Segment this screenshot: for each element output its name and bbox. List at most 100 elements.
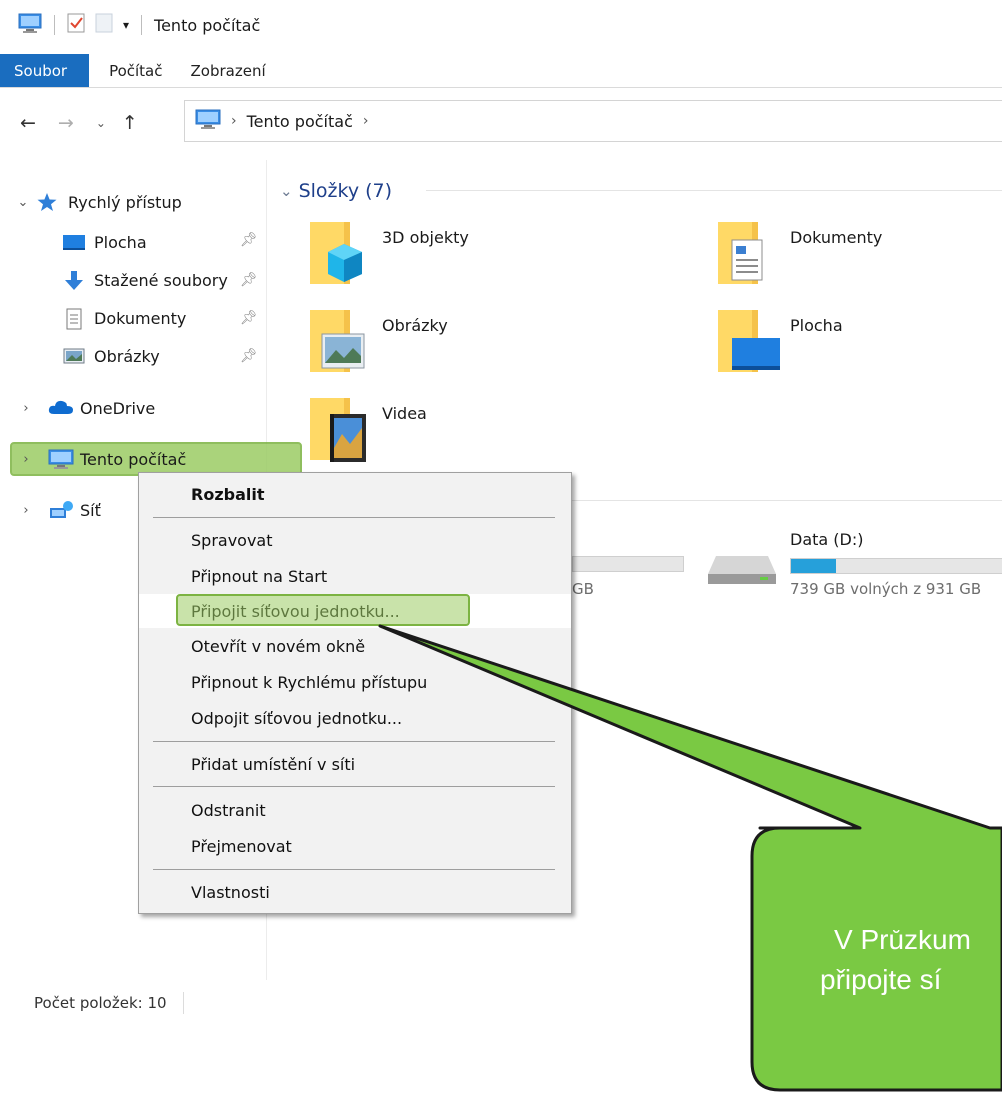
menu-separator-2 bbox=[153, 741, 555, 742]
folder-3d-icon bbox=[308, 222, 366, 284]
menu-item-rozbalit[interactable]: Rozbalit bbox=[139, 477, 571, 511]
sidebar-item-plocha[interactable]: Plocha bbox=[62, 226, 147, 258]
drive-c-free-text: GB bbox=[572, 580, 594, 598]
folder-label-3d-objekty: 3D objekty bbox=[382, 228, 469, 247]
sidebar-label-tento-pocitac: Tento počítač bbox=[80, 449, 187, 469]
folder-item-plocha[interactable]: Plocha bbox=[716, 310, 1002, 380]
breadcrumb-this-pc[interactable]: Tento počítač bbox=[247, 112, 353, 131]
address-computer-icon bbox=[195, 109, 221, 133]
sidebar-label-dokumenty: Dokumenty bbox=[94, 308, 187, 328]
sidebar-label-stazene-soubory: Stažené soubory bbox=[94, 270, 228, 290]
expand-arrow-icon-2[interactable]: › bbox=[14, 452, 38, 467]
folder-item-obrazky[interactable]: Obrázky bbox=[308, 310, 608, 380]
callout-text-clip: V Průzkum připojte sí bbox=[800, 930, 1002, 1020]
folders-section-header[interactable]: ⌄ Složky (7) bbox=[280, 178, 392, 204]
drive-free-space: 739 GB volných z 931 GB bbox=[790, 580, 982, 598]
hard-drive-icon bbox=[706, 550, 778, 590]
title-separator-2 bbox=[141, 15, 143, 35]
new-folder-icon[interactable] bbox=[95, 13, 113, 37]
drive-item-data-d[interactable]: Data (D:) 739 GB volných z 931 GB bbox=[706, 528, 1002, 608]
folder-documents-icon bbox=[716, 222, 774, 284]
pin-icon-4[interactable]: 📌︎ bbox=[240, 348, 258, 364]
menu-item-highlight-box bbox=[176, 594, 470, 626]
section-divider-2 bbox=[572, 500, 1002, 501]
menu-item-odstranit[interactable]: Odstranit bbox=[139, 793, 571, 827]
download-arrow-icon bbox=[62, 270, 86, 290]
folder-videos-icon bbox=[308, 398, 366, 462]
properties-check-icon[interactable] bbox=[67, 13, 85, 37]
menu-separator-3 bbox=[153, 786, 555, 787]
menu-item-pripnout-k-rychlemu-pristupu[interactable]: Připnout k Rychlému přístupu bbox=[139, 665, 571, 699]
expand-arrow-icon-3[interactable]: › bbox=[14, 503, 38, 518]
drive-capacity-bar bbox=[790, 558, 1002, 574]
folders-header-label: Složky (7) bbox=[298, 180, 393, 202]
folder-item-videa[interactable]: Videa bbox=[308, 398, 608, 468]
sidebar-label-plocha: Plocha bbox=[94, 232, 147, 252]
folder-item-dokumenty[interactable]: Dokumenty bbox=[716, 222, 1002, 292]
sidebar-label-quick-access: Rychlý přístup bbox=[68, 192, 182, 212]
navigation-bar: ← → ⌄ ↑ › Tento počítač › bbox=[0, 96, 1002, 150]
menu-item-pridat-umisteni-v-siti[interactable]: Přidat umístění v síti bbox=[139, 747, 571, 781]
drive-capacity-fill bbox=[791, 559, 836, 573]
tab-zobrazeni[interactable]: Zobrazení bbox=[183, 54, 286, 87]
collapse-chevron-icon[interactable]: ⌄ bbox=[280, 182, 293, 200]
item-count: Počet položek: 10 bbox=[34, 994, 167, 1012]
menu-item-spravovat[interactable]: Spravovat bbox=[139, 523, 571, 557]
sidebar-item-dokumenty[interactable]: Dokumenty bbox=[62, 302, 186, 334]
menu-item-otevrit-v-novem-okne[interactable]: Otevřít v novém okně bbox=[139, 629, 571, 663]
computer-icon-2 bbox=[48, 449, 74, 469]
tab-soubor[interactable]: Soubor bbox=[0, 54, 90, 87]
sidebar-item-quick-access[interactable]: ⌄ Rychlý přístup bbox=[14, 186, 182, 218]
picture-icon bbox=[62, 346, 86, 366]
menu-item-vlastnosti[interactable]: Vlastnosti bbox=[139, 875, 571, 909]
sidebar-label-obrazky: Obrázky bbox=[94, 346, 160, 366]
sidebar-item-tento-pocitac[interactable]: › Tento počítač bbox=[14, 443, 186, 475]
quick-access-dropdown-icon[interactable]: ▾ bbox=[123, 18, 129, 32]
callout-line-1: V Průzkum bbox=[834, 930, 971, 955]
folder-label-dokumenty: Dokumenty bbox=[790, 228, 883, 247]
sidebar-item-obrazky[interactable]: Obrázky bbox=[62, 340, 160, 372]
sidebar-label-sit: Síť bbox=[80, 500, 101, 520]
computer-icon[interactable] bbox=[18, 13, 42, 37]
forward-arrow-icon[interactable]: → bbox=[58, 112, 74, 134]
menu-item-prejmenovat[interactable]: Přejmenovat bbox=[139, 829, 571, 863]
menu-item-pripnout-na-start[interactable]: Připnout na Start bbox=[139, 559, 571, 593]
tab-pocitac[interactable]: Počítač bbox=[89, 54, 182, 87]
context-menu: Rozbalit Spravovat Připnout na Start Při… bbox=[138, 472, 572, 914]
title-separator bbox=[54, 15, 55, 35]
recent-locations-chevron-icon[interactable]: ⌄ bbox=[96, 116, 106, 130]
folder-label-videa: Videa bbox=[382, 404, 427, 423]
window-title: Tento počítač bbox=[154, 15, 261, 35]
cloud-icon bbox=[48, 398, 73, 418]
document-icon bbox=[62, 308, 86, 330]
folder-item-3d-objekty[interactable]: 3D objekty bbox=[308, 222, 608, 292]
drive-label: Data (D:) bbox=[790, 530, 864, 549]
pin-icon[interactable]: 📌︎ bbox=[240, 232, 258, 248]
callout-text: V Průzkum připojte sí bbox=[820, 930, 1002, 1000]
status-separator bbox=[182, 992, 184, 1014]
menu-separator bbox=[153, 517, 555, 518]
folder-pictures-icon bbox=[308, 310, 366, 372]
pin-icon-3[interactable]: 📌︎ bbox=[240, 310, 258, 326]
address-bar[interactable]: › Tento počítač › bbox=[184, 100, 1002, 142]
breadcrumb-chevron-icon-2[interactable]: › bbox=[363, 113, 369, 129]
menu-separator-4 bbox=[153, 869, 555, 870]
menu-item-odpojit-sitovou-jednotku[interactable]: Odpojit síťovou jednotku... bbox=[139, 701, 571, 735]
callout-line-2: připojte sí bbox=[820, 964, 942, 995]
sidebar-item-onedrive[interactable]: › OneDrive bbox=[14, 392, 155, 424]
section-divider bbox=[426, 190, 1002, 191]
pin-icon-2[interactable]: 📌︎ bbox=[240, 272, 258, 288]
drive-c-capacity-bar bbox=[572, 556, 684, 572]
sidebar-item-stazene-soubory[interactable]: Stažené soubory bbox=[62, 264, 228, 296]
up-arrow-icon[interactable]: ↑ bbox=[122, 112, 138, 134]
expand-arrow-icon[interactable]: › bbox=[14, 401, 38, 416]
sidebar-label-onedrive: OneDrive bbox=[80, 398, 156, 418]
desktop-icon bbox=[62, 232, 86, 252]
back-arrow-icon[interactable]: ← bbox=[20, 112, 36, 134]
breadcrumb-chevron-icon[interactable]: › bbox=[231, 113, 237, 129]
title-bar: ▾ Tento počítač bbox=[0, 0, 1002, 50]
network-icon bbox=[48, 500, 73, 520]
sidebar-item-sit[interactable]: › Síť bbox=[14, 494, 101, 526]
folder-label-plocha: Plocha bbox=[790, 316, 843, 335]
expand-chevron-icon[interactable]: ⌄ bbox=[14, 195, 32, 210]
